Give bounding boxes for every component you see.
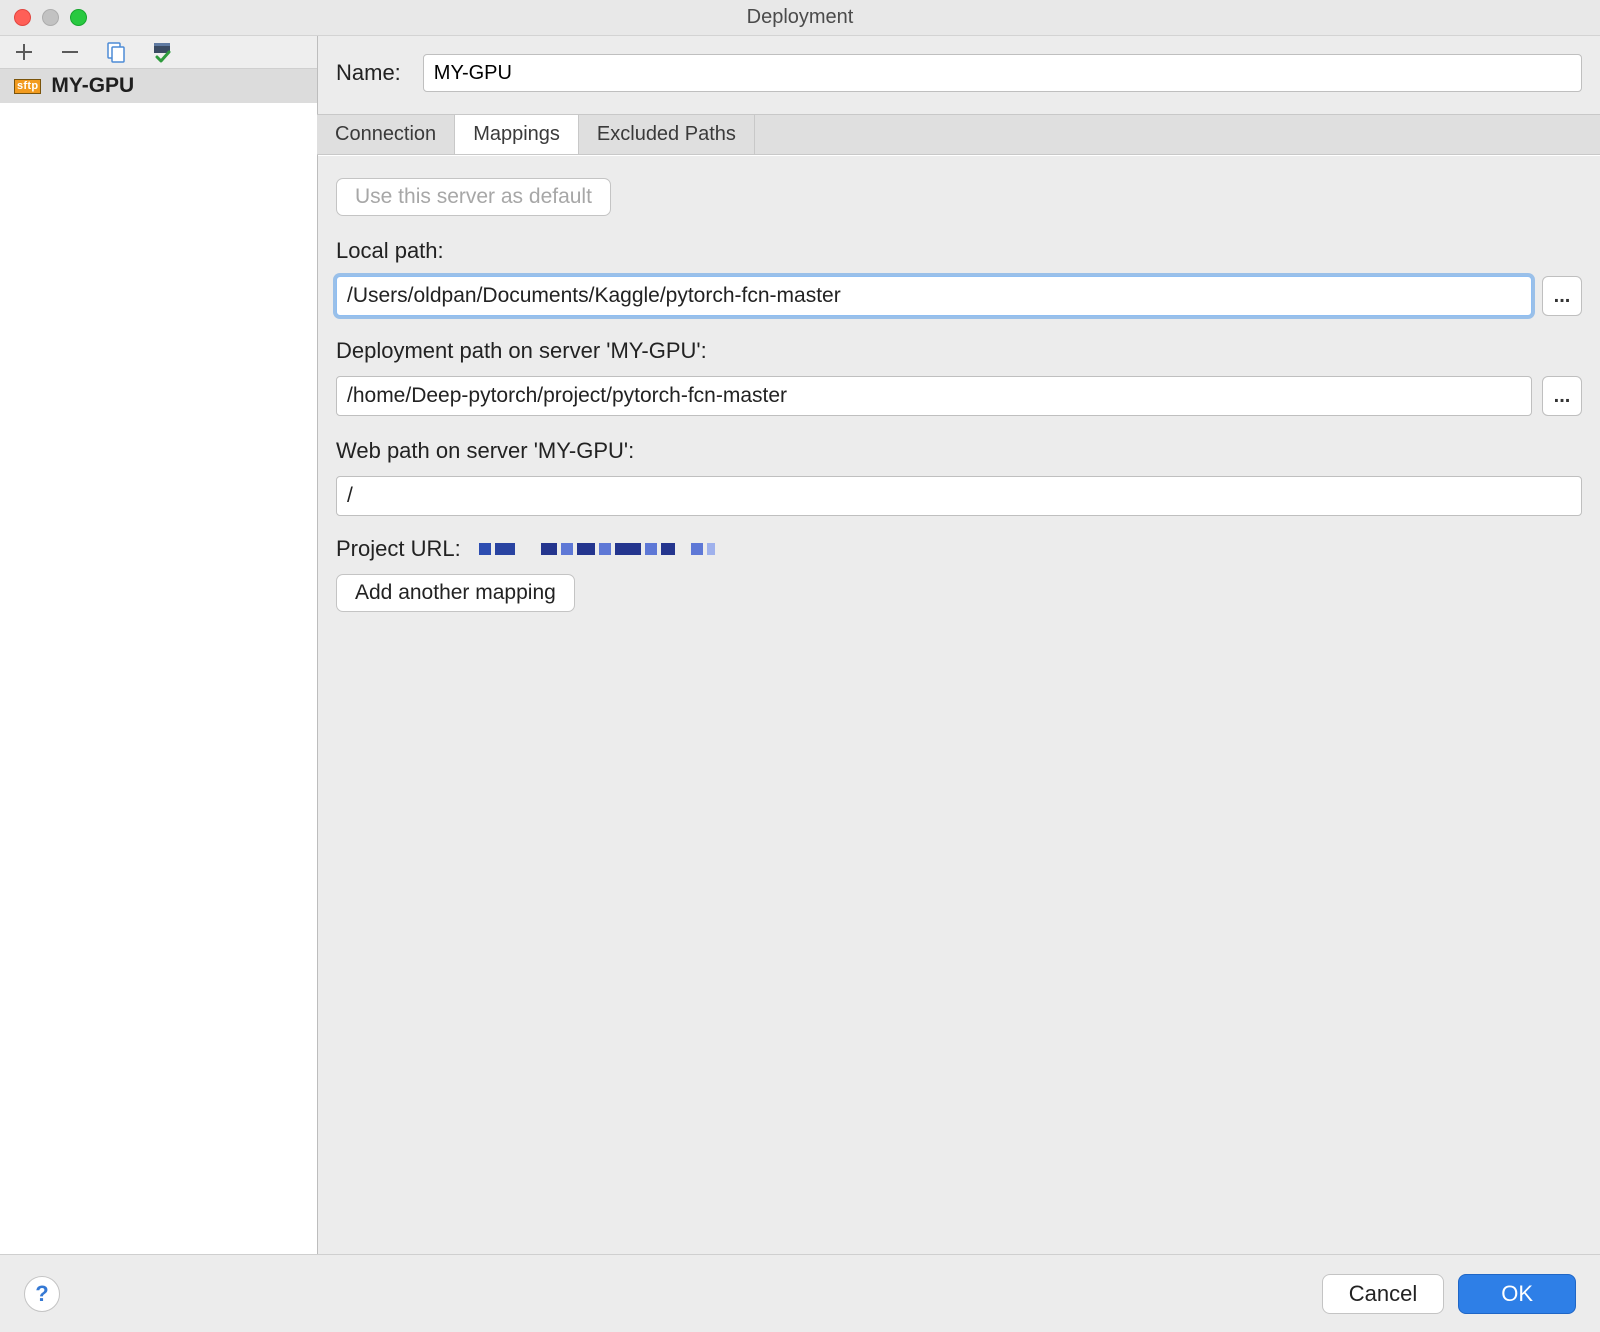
copy-icon[interactable] <box>102 38 130 66</box>
tab-connection[interactable]: Connection <box>317 115 455 154</box>
sidebar: sftp MY-GPU <box>0 36 318 1254</box>
use-as-default-button[interactable]: Use this server as default <box>336 178 611 216</box>
remove-icon[interactable] <box>56 38 84 66</box>
tab-mappings[interactable]: Mappings <box>455 115 579 154</box>
web-path-label: Web path on server 'MY-GPU': <box>336 438 1582 464</box>
window-title: Deployment <box>0 6 1600 29</box>
help-button[interactable]: ? <box>24 1276 60 1312</box>
add-icon[interactable] <box>10 38 38 66</box>
server-item-label: MY-GPU <box>51 74 134 98</box>
sftp-icon: sftp <box>14 79 41 94</box>
server-list: sftp MY-GPU <box>0 69 317 1254</box>
local-path-label: Local path: <box>336 238 1582 264</box>
body: sftp MY-GPU Name: Connection Mappings Ex… <box>0 36 1600 1254</box>
check-server-icon[interactable] <box>148 38 176 66</box>
deploy-path-label: Deployment path on server 'MY-GPU': <box>336 338 1582 364</box>
project-url-row: Project URL: <box>336 536 1582 562</box>
deployment-window: Deployment sftp <box>0 0 1600 1332</box>
web-path-input[interactable] <box>336 476 1582 516</box>
titlebar: Deployment <box>0 0 1600 36</box>
local-path-browse-button[interactable]: ... <box>1542 276 1582 316</box>
main-panel: Name: Connection Mappings Excluded Paths… <box>318 36 1600 1254</box>
server-list-toolbar <box>0 36 317 69</box>
mappings-content: Use this server as default Local path: .… <box>318 155 1600 630</box>
project-url-label: Project URL: <box>336 536 461 562</box>
server-item[interactable]: sftp MY-GPU <box>0 69 317 103</box>
add-mapping-button[interactable]: Add another mapping <box>336 574 575 612</box>
deploy-path-browse-button[interactable]: ... <box>1542 376 1582 416</box>
local-path-input[interactable] <box>336 276 1532 316</box>
deploy-path-row: ... <box>336 376 1582 416</box>
local-path-row: ... <box>336 276 1582 316</box>
name-row: Name: <box>318 36 1600 114</box>
tab-excluded-paths[interactable]: Excluded Paths <box>579 115 755 154</box>
footer: ? Cancel OK <box>0 1254 1600 1332</box>
deploy-path-input[interactable] <box>336 376 1532 416</box>
cancel-button[interactable]: Cancel <box>1322 1274 1444 1314</box>
ok-button[interactable]: OK <box>1458 1274 1576 1314</box>
name-input[interactable] <box>423 54 1582 92</box>
web-path-row <box>336 476 1582 516</box>
tabs: Connection Mappings Excluded Paths <box>317 114 1600 155</box>
name-label: Name: <box>336 60 401 86</box>
project-url-value[interactable] <box>479 543 715 555</box>
